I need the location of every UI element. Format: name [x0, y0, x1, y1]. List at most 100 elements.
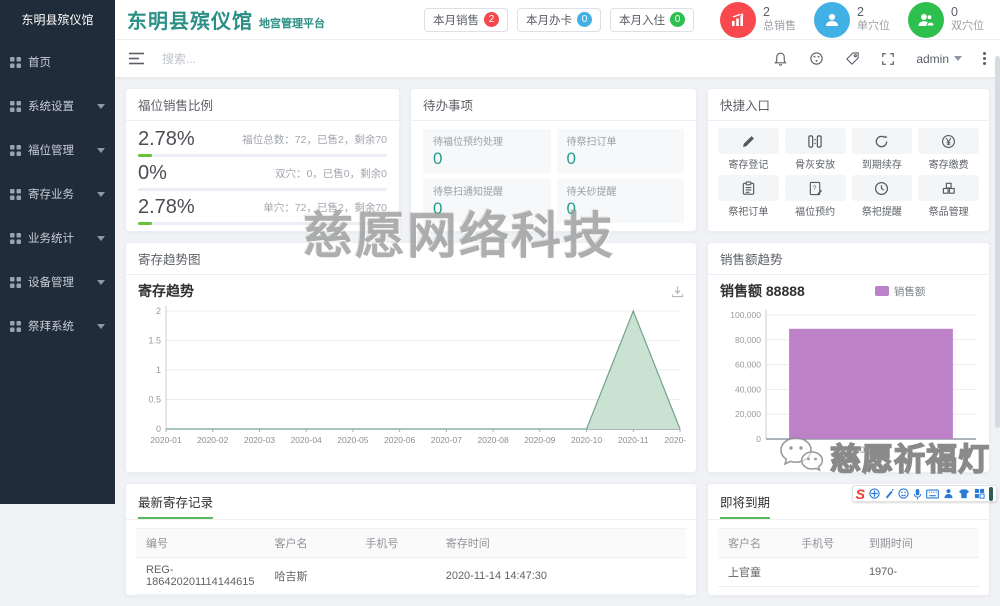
quick-storage-register[interactable]: 寄存登记: [718, 128, 779, 171]
search-input[interactable]: [162, 51, 462, 66]
svg-text:20,000: 20,000: [735, 409, 761, 419]
column-header: 到期时间: [858, 528, 979, 558]
svg-text:2020-11: 2020-11: [855, 445, 887, 455]
bell-icon[interactable]: [773, 51, 788, 67]
fullscreen-icon[interactable]: [881, 52, 895, 66]
columbarium-icon: [784, 128, 846, 154]
todo-item-niche-reservation[interactable]: 待福位预约处理 0: [423, 129, 551, 173]
table-row[interactable]: REG-186420201114144615 哈吉斯 2020-11-14 14…: [136, 557, 686, 595]
todo-item-reminder[interactable]: 待关砂提醒 0: [556, 179, 684, 223]
stat-label: 双穴位: [951, 20, 984, 33]
tag-icon[interactable]: [845, 51, 860, 66]
page-scrollbar[interactable]: [995, 56, 1000, 428]
ime-drag-handle[interactable]: [989, 486, 993, 501]
pen-icon[interactable]: [884, 488, 894, 499]
chart-icon: [720, 1, 756, 38]
quick-ritual-reminder[interactable]: 祭祀提醒: [851, 175, 913, 218]
chart-legend[interactable]: 销售额: [874, 284, 925, 299]
storage-trend-card: 寄存趋势图 寄存趋势 0 0.5 1 1.5 2 2020-01 2020-02 2020-0…: [125, 242, 697, 473]
user-menu[interactable]: admin: [916, 52, 962, 66]
sidebar-item-niche-management[interactable]: 福位管理: [0, 128, 115, 172]
chevron-down-icon: [97, 147, 105, 153]
table-row[interactable]: 上官童 1970-: [718, 557, 979, 587]
svg-text:0: 0: [756, 434, 761, 444]
quick-label: 寄存登记: [728, 160, 769, 171]
sidebar-toggle-icon[interactable]: [129, 52, 144, 65]
sidebar-item-system-settings[interactable]: 系统设置: [0, 84, 115, 128]
chevron-down-icon: [97, 103, 105, 109]
sidebar-item-label: 寄存业务: [28, 189, 74, 201]
ratio-row-total: 2.78% 福位总数：72，已售2，剩余70: [138, 128, 387, 157]
cell-reg-no: REG-186420201114144615: [136, 557, 265, 595]
svg-text:2020-05: 2020-05: [337, 435, 368, 445]
download-chart-icon[interactable]: [671, 285, 684, 298]
mic-icon[interactable]: [913, 488, 922, 500]
ratio-caption: 福位总数：72，已售2，剩余70: [242, 134, 387, 146]
ratio-caption: 单穴：72，已售2，剩余70: [263, 202, 387, 214]
todo-item-sweep-notice[interactable]: 待祭扫通知提醒 0: [423, 179, 551, 223]
cell-time: 1970-: [858, 557, 979, 587]
tab-latest-records[interactable]: 最新寄存记录: [138, 492, 214, 519]
quick-renew-storage[interactable]: 到期续存: [851, 128, 913, 171]
svg-text:2: 2: [156, 306, 161, 316]
quick-ashes-placement[interactable]: 骨灰安放: [784, 128, 846, 171]
todo-label: 待祭扫通知提醒: [433, 187, 503, 198]
theme-palette-icon[interactable]: [809, 51, 824, 66]
skin-icon[interactable]: [958, 488, 970, 499]
sidebar-item-business-stats[interactable]: 业务统计: [0, 216, 115, 260]
column-header: 客户名: [264, 528, 356, 558]
sidebar-item-home[interactable]: 首页: [0, 40, 115, 84]
badge-label: 本月办卡: [526, 14, 572, 27]
tab-expiring[interactable]: 即将到期: [720, 492, 771, 519]
chevron-down-icon: [97, 279, 105, 285]
sidebar: 东明县殡仪馆 首页 系统设置 福位管理 寄存业务 业务统计 设备管理 祭拜系统: [0, 0, 115, 504]
ratio-percent: 2.78%: [138, 196, 195, 218]
sogou-ime-toolbar: S: [851, 485, 997, 502]
stat-value: 2: [857, 4, 864, 19]
more-options-icon[interactable]: [983, 52, 986, 65]
page-title: 东明县殡仪馆: [127, 11, 253, 33]
month-checkin-badge[interactable]: 本月入住 0: [610, 7, 694, 32]
sidebar-item-label: 首页: [28, 57, 51, 69]
month-sales-badge[interactable]: 本月销售 2: [424, 7, 508, 32]
quick-label: 到期续存: [861, 160, 902, 171]
quick-label: 骨灰安放: [795, 160, 836, 171]
ratio-caption: 双穴：0，已售0，剩余0: [274, 168, 387, 180]
stat-value: 2: [763, 4, 770, 19]
svg-text:40,000: 40,000: [735, 384, 761, 394]
handwriting-icon[interactable]: [943, 488, 954, 499]
quick-ritual-orders[interactable]: 祭祀订单: [718, 175, 779, 218]
yen-icon: [918, 128, 979, 154]
svg-text:2020-03: 2020-03: [244, 435, 275, 445]
cell-phone: [355, 557, 436, 595]
toolbox-icon[interactable]: [974, 488, 985, 499]
sidebar-item-device-management[interactable]: 设备管理: [0, 260, 115, 304]
svg-text:60,000: 60,000: [735, 360, 761, 370]
emoji-icon[interactable]: [898, 488, 909, 499]
todo-item-sweep-orders[interactable]: 待祭扫订单 0: [556, 129, 684, 173]
lang-toggle-icon[interactable]: [869, 488, 880, 499]
grid-icon: [10, 144, 21, 156]
quick-storage-payment[interactable]: 寄存缴费: [918, 128, 979, 171]
legend-swatch: [874, 286, 889, 296]
sidebar-item-worship-system[interactable]: 祭拜系统: [0, 304, 115, 348]
booking-icon: ?: [784, 175, 846, 201]
grid-icon: [10, 276, 21, 288]
svg-text:80,000: 80,000: [735, 335, 761, 345]
grid-icon: [10, 188, 21, 200]
keyboard-icon[interactable]: [926, 488, 939, 499]
svg-text:?: ?: [812, 184, 816, 191]
chart-title: 寄存趋势: [138, 283, 194, 299]
badge-count: 0: [670, 12, 685, 27]
quick-niche-booking[interactable]: ? 福位预约: [784, 175, 846, 218]
svg-text:2020-01: 2020-01: [150, 435, 181, 445]
grid-icon: [10, 100, 21, 112]
chart-title: 销售额 88888: [720, 283, 805, 299]
column-header: 手机号: [355, 528, 436, 558]
card-title: 寄存趋势图: [126, 243, 696, 275]
sidebar-item-storage-business[interactable]: 寄存业务: [0, 172, 115, 216]
quick-offerings-management[interactable]: 祭品管理: [918, 175, 979, 218]
grid-icon: [10, 320, 21, 332]
sogou-logo-icon[interactable]: S: [856, 487, 865, 501]
month-cards-badge[interactable]: 本月办卡 0: [517, 7, 601, 32]
